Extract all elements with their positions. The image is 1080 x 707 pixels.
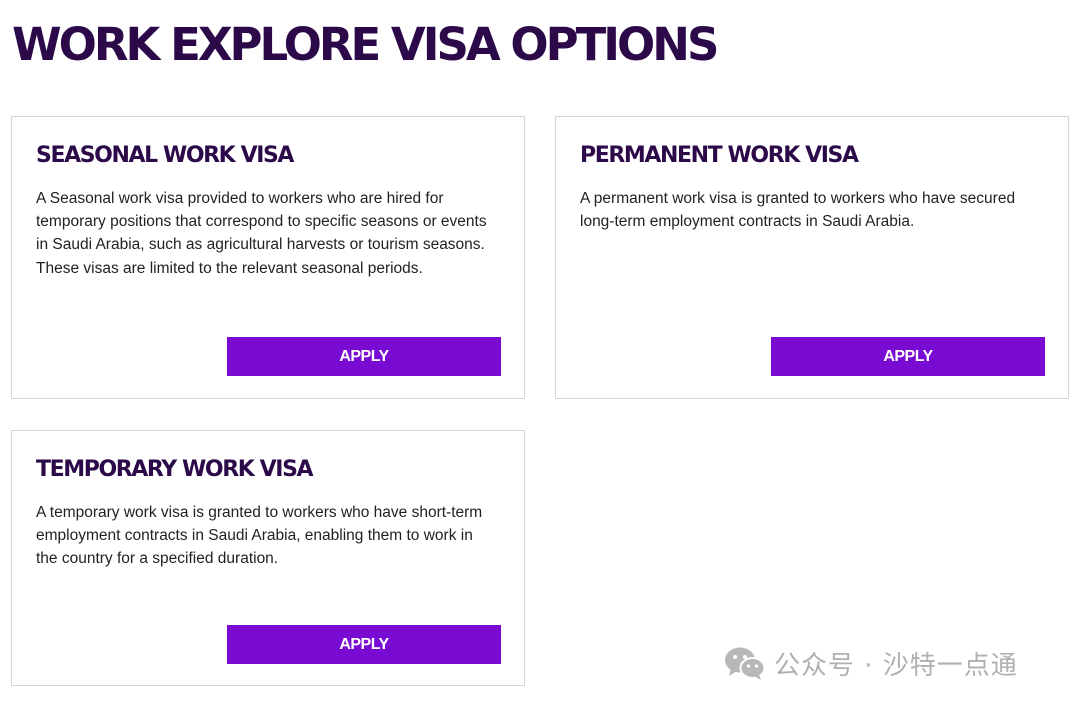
watermark-text: 公众号 · 沙特一点通 <box>774 650 1018 681</box>
card-title: PERMANENT WORK VISA <box>580 143 859 168</box>
card-description: A Seasonal work visa provided to workers… <box>36 190 487 277</box>
apply-button-temporary[interactable]: APPLY <box>227 625 501 664</box>
seasonal-work-visa-card: SEASONAL WORK VISA A Seasonal work visa … <box>11 116 525 399</box>
card-description: A temporary work visa is granted to work… <box>36 504 483 568</box>
temporary-work-visa-card: TEMPORARY WORK VISA A temporary work vis… <box>11 430 525 686</box>
permanent-work-visa-card: PERMANENT WORK VISA A permanent work vis… <box>555 116 1069 399</box>
card-title: SEASONAL WORK VISA <box>36 143 294 168</box>
card-description: A permanent work visa is granted to work… <box>580 190 1016 231</box>
apply-button-permanent[interactable]: APPLY <box>771 337 1045 376</box>
apply-button-seasonal[interactable]: APPLY <box>227 337 501 376</box>
wechat-icon <box>725 647 766 680</box>
page-title: WORK EXPLORE VISA OPTIONS <box>12 18 719 71</box>
card-title: TEMPORARY WORK VISA <box>36 457 314 482</box>
watermark: 公众号 · 沙特一点通 <box>724 644 1018 682</box>
